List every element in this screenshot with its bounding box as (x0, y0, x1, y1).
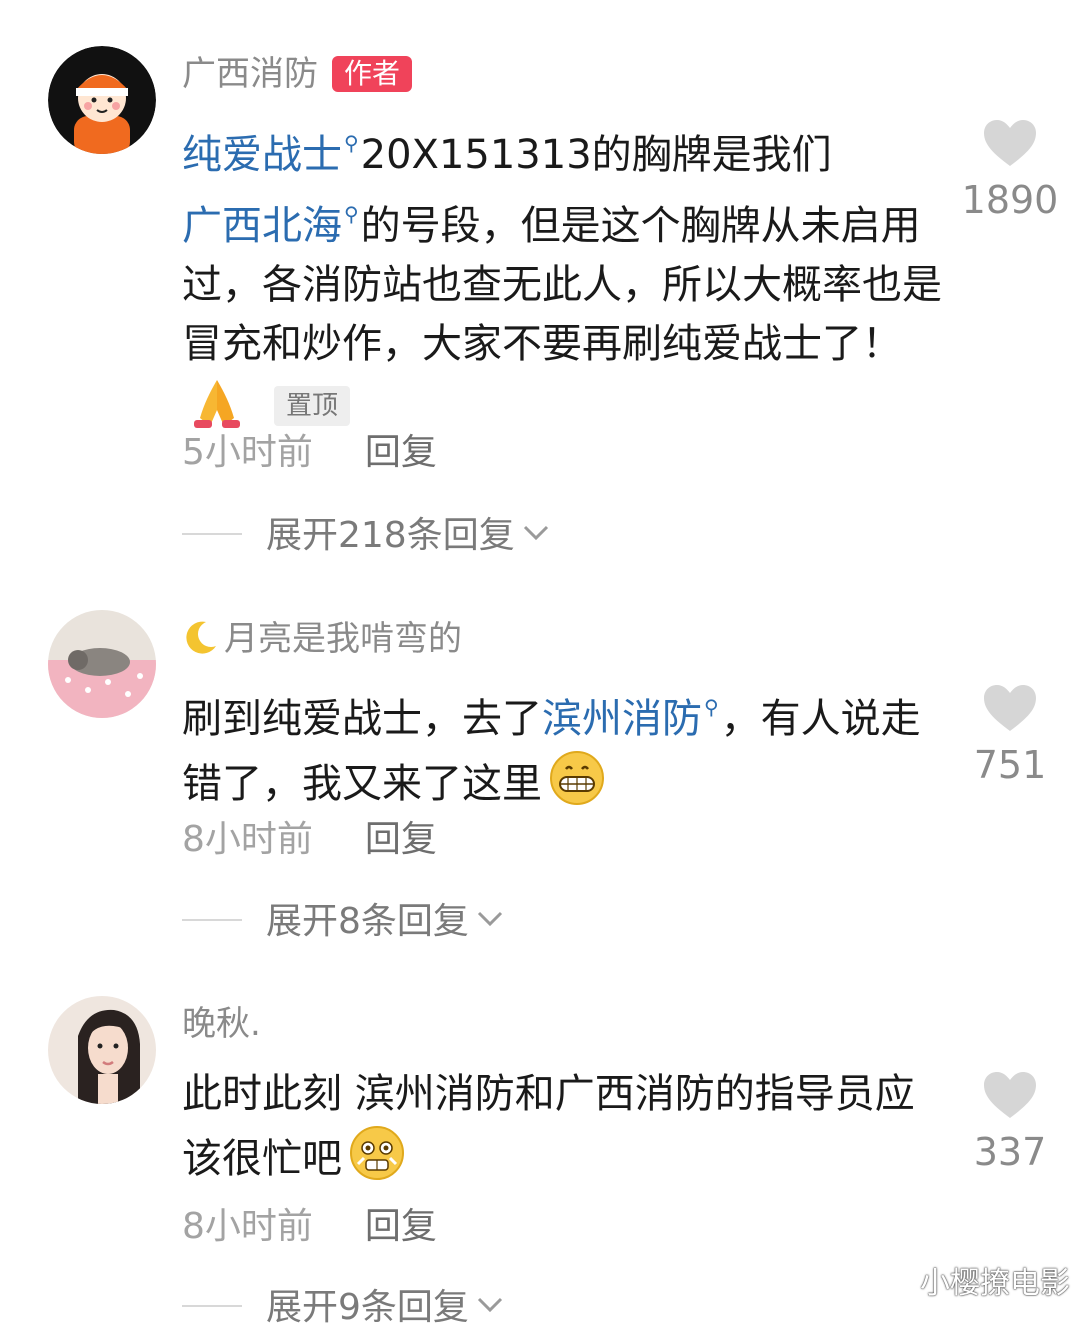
timestamp: 8小时前 (182, 1206, 313, 1247)
pet-photo-avatar-icon (48, 610, 156, 718)
search-icon: ⚲ (704, 695, 719, 719)
comment-text-segment: 此时此刻 滨州消防和广西消防的指导员应该很忙吧 (182, 1071, 915, 1182)
avatar[interactable] (48, 996, 156, 1104)
expand-replies-button[interactable]: 展开218条回复 (182, 514, 551, 558)
pinned-badge: 置顶 (274, 386, 351, 426)
moon-icon (186, 621, 216, 654)
comment-text-segment: 刷到纯爱战士，去了 (182, 696, 542, 742)
mention-link[interactable]: 纯爱战士 (182, 132, 342, 178)
chevron-down-icon[interactable] (475, 1295, 505, 1315)
flushed-emoji-icon (348, 1124, 406, 1182)
expand-replies-button[interactable]: 展开8条回复 (182, 900, 505, 944)
comment-text: 纯爱战士 ⚲20X151313的胸牌是我们 广西北海 ⚲的号段，但是这个胸牌从未启用… (182, 114, 942, 439)
expand-replies-label[interactable]: 展开9条回复 (266, 1287, 469, 1328)
like-count: 1890 (961, 178, 1059, 222)
chevron-down-icon[interactable] (475, 909, 505, 929)
comment-meta: 8小时前 回复 (182, 1205, 437, 1249)
comment-text-segment: 20X151313的胸牌是我们 (360, 132, 832, 178)
like-button[interactable]: 337 (955, 1070, 1065, 1174)
comment-text: 此时此刻 滨州消防和广西消防的指导员应该很忙吧 (182, 1065, 942, 1189)
search-icon: ⚲ (344, 202, 359, 226)
expand-replies-button[interactable]: 展开9条回复 (182, 1286, 505, 1330)
username[interactable]: 月亮是我啃弯的 (182, 618, 462, 659)
search-icon: ⚲ (344, 131, 359, 155)
username-text[interactable]: 月亮是我啃弯的 (224, 619, 462, 659)
expand-replies-label[interactable]: 展开218条回复 (266, 515, 515, 556)
like-count: 751 (973, 743, 1047, 787)
heart-icon[interactable] (982, 118, 1038, 168)
reply-button[interactable]: 回复 (365, 819, 437, 860)
author-badge: 作者 (332, 56, 413, 92)
comment-meta: 5小时前 回复 (182, 431, 437, 475)
prayer-hands-icon (188, 374, 246, 432)
grin-emoji-icon (548, 749, 606, 807)
mention-link[interactable]: 滨州消防 (542, 696, 702, 742)
avatar[interactable] (48, 610, 156, 718)
reply-button[interactable]: 回复 (365, 432, 437, 473)
comment-meta: 8小时前 回复 (182, 818, 437, 862)
timestamp: 8小时前 (182, 819, 313, 860)
like-button[interactable]: 751 (955, 683, 1065, 787)
chevron-down-icon[interactable] (521, 523, 551, 543)
woman-avatar-icon (48, 996, 156, 1104)
firefighter-avatar-icon (48, 46, 156, 154)
username-text[interactable]: 晚秋. (182, 1004, 261, 1044)
like-count: 337 (973, 1130, 1047, 1174)
timestamp: 5小时前 (182, 432, 313, 473)
reply-button[interactable]: 回复 (365, 1206, 437, 1247)
username[interactable]: 晚秋. (182, 1004, 261, 1044)
heart-icon[interactable] (982, 683, 1038, 733)
heart-icon[interactable] (982, 1070, 1038, 1120)
divider (182, 1305, 242, 1307)
expand-replies-label[interactable]: 展开8条回复 (266, 901, 469, 942)
divider (182, 533, 242, 535)
avatar[interactable] (48, 46, 156, 154)
comment-text: 刷到纯爱战士，去了滨州消防 ⚲，有人说走错了，我又来了这里 (182, 678, 942, 814)
mention-link[interactable]: 广西北海 (182, 203, 342, 249)
like-button[interactable]: 1890 (955, 118, 1065, 222)
divider (182, 919, 242, 921)
watermark: 小樱撩电影 (920, 1266, 1070, 1301)
username-text[interactable]: 广西消防 (182, 54, 318, 94)
username[interactable]: 广西消防 作者 (182, 54, 413, 94)
